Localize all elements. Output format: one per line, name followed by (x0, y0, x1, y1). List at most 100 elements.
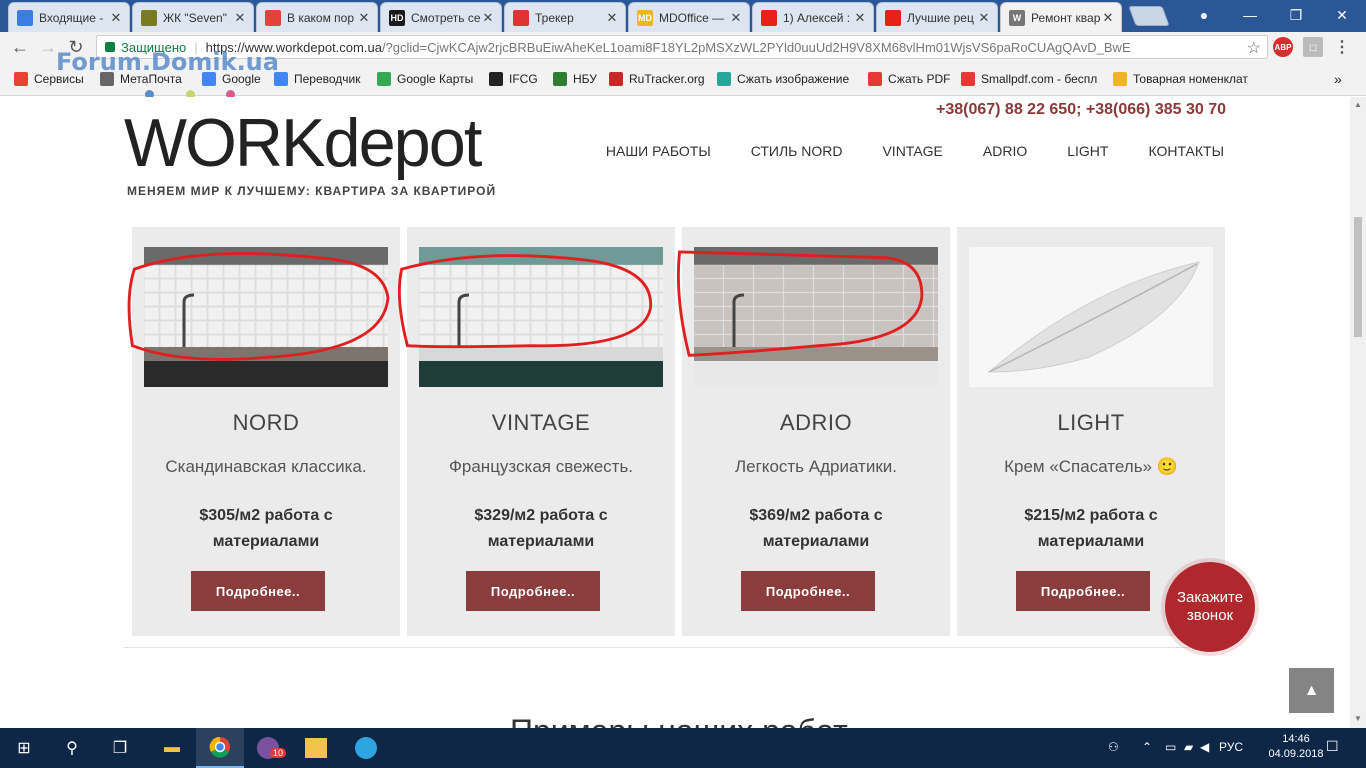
menu-icon[interactable]: ⋮ (1332, 37, 1352, 57)
tab-label: В каком пор (287, 10, 355, 25)
red-annotation-scribble (676, 250, 924, 357)
scroll-up-arrow-icon[interactable]: ▲ (1353, 100, 1363, 110)
clock-date: 04.09.2018 (1268, 748, 1324, 760)
browser-tab[interactable]: ЖК "Seven" ✕ (132, 2, 254, 32)
browser-tab[interactable]: W Ремонт квар ✕ (1000, 2, 1122, 32)
close-tab-icon[interactable]: ✕ (605, 10, 619, 26)
close-tab-icon[interactable]: ✕ (853, 10, 867, 26)
bookmark-item[interactable]: IFCG (489, 70, 538, 88)
callback-button[interactable]: Закажите звонок (1165, 562, 1255, 652)
nav-link[interactable]: LIGHT (1067, 143, 1108, 159)
chrome-icon[interactable] (196, 728, 244, 768)
close-tab-icon[interactable]: ✕ (357, 10, 371, 26)
windows-taskbar: ⊞ ⚲ ❐ ▬ 10 ⚇ ⌃ ▭ ▰ ◀ РУС 14:46 04.09.201… (0, 728, 1366, 768)
nav-link[interactable]: VINTAGE (882, 143, 942, 159)
file-explorer-icon[interactable]: ▬ (148, 728, 196, 768)
bookmark-label: Товарная номенклат (1133, 72, 1248, 86)
bookmark-icon (868, 72, 882, 86)
network-icon[interactable]: ▰ (1184, 740, 1193, 754)
card-price: $369/м2 работа с материалами (749, 507, 883, 550)
close-tab-icon[interactable]: ✕ (233, 10, 247, 26)
minimize-button[interactable]: — (1227, 0, 1273, 30)
card-title: LIGHT (1057, 410, 1125, 435)
battery-icon[interactable]: ▭ (1165, 740, 1176, 754)
scrollbar-thumb[interactable] (1354, 217, 1362, 337)
bookmark-item[interactable]: RuTracker.org (609, 70, 705, 88)
bookmark-item[interactable]: Smallpdf.com - беспл (961, 70, 1097, 88)
scroll-to-top-button[interactable]: ▲ (1289, 668, 1334, 713)
tracker-icon (513, 9, 529, 26)
scroll-down-arrow-icon[interactable]: ▼ (1353, 714, 1363, 724)
close-tab-icon[interactable]: ✕ (977, 10, 991, 26)
browser-tab[interactable]: HD Смотреть се ✕ (380, 2, 502, 32)
bookmark-label: Google Карты (397, 72, 474, 86)
details-button[interactable]: Подробнее.. (1016, 571, 1150, 611)
tray-expand-icon[interactable]: ⌃ (1142, 740, 1152, 754)
nav-link[interactable]: КОНТАКТЫ (1148, 143, 1224, 159)
browser-tab[interactable]: 1) Алексей : ✕ (752, 2, 874, 32)
bookmark-icon (609, 72, 623, 86)
workdepot-icon: W (1009, 9, 1025, 26)
details-button[interactable]: Подробнее.. (466, 571, 600, 611)
bookmarks-more-button[interactable]: » (1334, 70, 1342, 88)
details-button[interactable]: Подробнее.. (741, 571, 875, 611)
close-tab-icon[interactable]: ✕ (1101, 10, 1115, 26)
bookmark-star-icon[interactable]: ☆ (1247, 38, 1261, 58)
people-icon[interactable]: ⚇ (1108, 740, 1119, 754)
bookmark-label: IFCG (509, 72, 538, 86)
viber-badge: 10 (270, 748, 287, 758)
viber-icon[interactable]: 10 (244, 728, 292, 768)
phone-numbers[interactable]: +38(067) 88 22 650; +38(066) 385 30 70 (936, 101, 1226, 119)
notifications-icon[interactable]: ☐ (1326, 738, 1339, 755)
profile-icon[interactable]: ● (1181, 0, 1227, 30)
bookmark-item[interactable]: Переводчик (274, 70, 361, 88)
tab-label: Трекер (535, 10, 574, 25)
bookmark-icon (553, 72, 567, 86)
tab-label: MDOffice — (659, 10, 725, 25)
bookmark-icon (1113, 72, 1127, 86)
browser-tab[interactable]: Входящие - ✕ (8, 2, 130, 32)
bookmark-item[interactable]: НБУ (553, 70, 597, 88)
nav-link[interactable]: СТИЛЬ NORD (751, 143, 843, 159)
close-tab-icon[interactable]: ✕ (481, 10, 495, 26)
close-window-button[interactable]: ✕ (1319, 0, 1365, 30)
bookmark-item[interactable]: Сжать PDF (868, 70, 950, 88)
hd-icon: HD (389, 9, 405, 26)
page-scrollbar[interactable]: ▲ ▼ (1350, 97, 1366, 728)
maximize-button[interactable]: ❐ (1273, 0, 1319, 30)
bookmark-item[interactable]: Товарная номенклат (1113, 70, 1248, 88)
clock[interactable]: 14:46 04.09.2018 (1268, 732, 1324, 762)
style-card-adrio: ADRIO Легкость Адриатики. $369/м2 работа с… (676, 227, 950, 636)
browser-tab[interactable]: Трекер ✕ (504, 2, 626, 32)
details-button[interactable]: Подробнее.. (191, 571, 325, 611)
bookmark-item[interactable]: Google Карты (377, 70, 473, 88)
browser-tab[interactable]: MD MDOffice — ✕ (628, 2, 750, 32)
nav-link[interactable]: ADRIO (983, 143, 1027, 159)
md-app-icon[interactable] (292, 728, 340, 768)
browser-tab[interactable]: Лучшие рец ✕ (876, 2, 998, 32)
nav-link[interactable]: НАШИ РАБОТЫ (606, 143, 711, 159)
site-tagline: МЕНЯЕМ МИР К ЛУЧШЕМУ: КВАРТИРА ЗА КВАРТИ… (127, 184, 497, 198)
main-navigation: НАШИ РАБОТЫ СТИЛЬ NORD VINTAGE ADRIO LIGHT КО… (606, 143, 1224, 159)
language-indicator[interactable]: РУС (1219, 740, 1243, 754)
windows-start-icon[interactable]: ⊞ (0, 728, 48, 768)
bookmark-item[interactable]: Сжать изображение (717, 70, 849, 88)
adblock-icon[interactable]: ABP (1273, 37, 1293, 57)
card-price: $215/м2 работа с материалами (1024, 507, 1158, 550)
back-button[interactable]: ← (8, 35, 32, 59)
close-tab-icon[interactable]: ✕ (109, 10, 123, 26)
search-icon[interactable]: ⚲ (48, 728, 96, 768)
browser-tab[interactable]: В каком пор ✕ (256, 2, 378, 32)
site-logo[interactable]: WORKdepot (124, 103, 482, 183)
clock-time: 14:46 (1282, 733, 1310, 745)
new-tab-button[interactable] (1128, 6, 1170, 26)
volume-icon[interactable]: ◀ (1200, 740, 1209, 754)
card-description: Легкость Адриатики. (735, 457, 897, 476)
telegram-icon[interactable] (342, 728, 390, 768)
pdf-extension-icon[interactable]: ⬚ (1303, 37, 1323, 57)
close-tab-icon[interactable]: ✕ (729, 10, 743, 26)
tab-label: Входящие - (39, 10, 104, 25)
bookmark-label: Сжать PDF (888, 72, 951, 86)
task-view-icon[interactable]: ❐ (96, 728, 144, 768)
feather-image[interactable] (969, 247, 1213, 387)
